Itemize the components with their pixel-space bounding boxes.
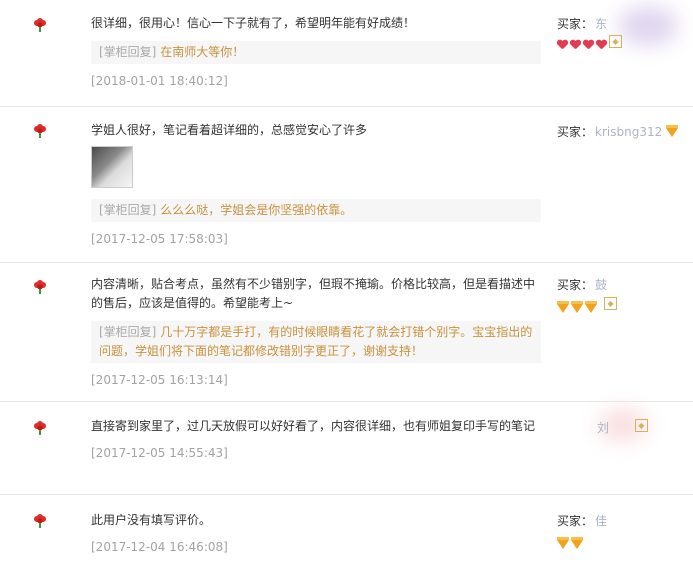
heart-icon: [570, 40, 581, 50]
review-text: 此用户没有填写评价。: [91, 513, 212, 527]
review-item: 很详细，很用心！信心一下子就有了，希望明年能有好成绩！ [掌柜回复] 在南师大等…: [0, 0, 693, 107]
review-time: [2018-01-01 18:40:12]: [91, 74, 228, 88]
flower-icon: [34, 421, 46, 435]
heart-icon: [583, 40, 594, 50]
heart-icon: [596, 40, 607, 50]
flower-icon: [34, 280, 46, 294]
diamond-icon: [557, 301, 569, 313]
tmall-badge-icon: ◆: [604, 297, 618, 310]
buyer-info: 买家：东: [557, 17, 608, 31]
shop-reply: [掌柜回复] 几十万字都是手打，有的时候眼睛看花了就会打错个别字。宝宝指出的问题…: [91, 321, 541, 363]
buyer-info: 买家： krisbng312: [557, 123, 680, 140]
review-text: 直接寄到家里了，过几天放假可以好好看了，内容很详细，也有师姐复印手写的笔记: [91, 419, 536, 433]
buyer-name: krisbng312: [595, 125, 663, 139]
buyer-info: 刘 ◆: [595, 419, 648, 436]
flower-icon: [34, 124, 46, 138]
buyer-name: 佳: [595, 514, 608, 528]
flower-icon: [34, 514, 46, 528]
review-item: 此用户没有填写评价。 [2017-12-04 16:46:08] 买家：佳: [0, 495, 693, 569]
shop-reply: [掌柜回复] 在南师大等你！: [91, 41, 541, 64]
review-item: 学姐人很好，笔记看着超详细的，总感觉安心了许多 [掌柜回复] 么么么哒，学姐会是…: [0, 107, 693, 263]
review-time: [2017-12-05 17:58:03]: [91, 232, 228, 246]
diamond-icon: [585, 301, 597, 313]
review-text: 内容清晰，贴合考点，虽然有不少错别字，但瑕不掩瑜。价格比较高，但是看描述中的售后…: [91, 277, 536, 310]
buyer-info: 买家：鼓: [557, 278, 608, 292]
buyer-level-badges: ◆: [557, 297, 618, 313]
buyer-info: 买家：佳: [557, 514, 608, 528]
review-time: [2017-12-04 16:46:08]: [91, 540, 228, 554]
diamond-icon: [571, 301, 583, 313]
review-item: 内容清晰，贴合考点，虽然有不少错别字，但瑕不掩瑜。价格比较高，但是看描述中的售后…: [0, 263, 693, 402]
review-time: [2017-12-05 16:13:14]: [91, 373, 228, 387]
buyer-name: 东: [595, 17, 608, 31]
buyer-level-badges: [557, 533, 585, 549]
buyer-name: 鼓: [595, 278, 608, 292]
diamond-icon: [666, 125, 679, 137]
review-item: 直接寄到家里了，过几天放假可以好好看了，内容很详细，也有师姐复印手写的笔记 [2…: [0, 402, 693, 495]
flower-icon: [34, 18, 46, 32]
buyer-level-badges: ◆: [557, 35, 622, 49]
review-text: 学姐人很好，笔记看着超详细的，总感觉安心了许多: [91, 123, 368, 137]
tmall-badge-icon: ◆: [609, 35, 622, 48]
shop-reply: [掌柜回复] 么么么哒，学姐会是你坚强的依靠。: [91, 199, 541, 222]
diamond-icon: [571, 537, 583, 549]
review-photo-thumbnail[interactable]: [91, 146, 133, 188]
tmall-badge-icon: ◆: [634, 419, 648, 432]
review-time: [2017-12-05 14:55:43]: [91, 446, 228, 460]
review-text: 很详细，很用心！信心一下子就有了，希望明年能有好成绩！: [91, 16, 416, 30]
diamond-icon: [557, 537, 569, 549]
buyer-name: 刘: [597, 421, 610, 435]
heart-icon: [557, 40, 568, 50]
